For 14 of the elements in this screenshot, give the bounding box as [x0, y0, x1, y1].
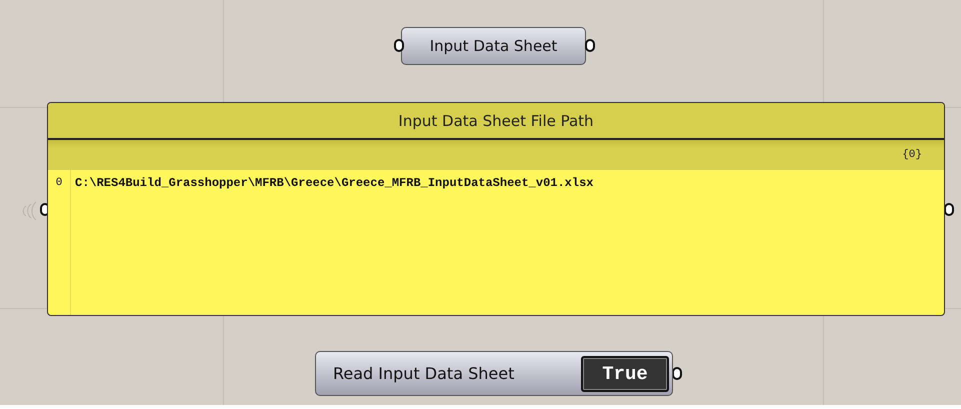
- toggle-label: Read Input Data Sheet: [333, 364, 516, 383]
- output-grip-icon[interactable]: [944, 203, 954, 216]
- boolean-toggle[interactable]: Read Input Data Sheet True: [315, 351, 673, 396]
- item-index: 0: [54, 177, 64, 189]
- parameter-node[interactable]: Input Data Sheet: [401, 27, 586, 65]
- node-label: Input Data Sheet: [430, 37, 558, 55]
- item-value: C:\RES4Build_Grasshopper\MFRB\Greece\Greece_MFRB_InputDataSheet_v01.xlsx: [74, 176, 594, 190]
- panel-title: Input Data Sheet File Path: [48, 103, 944, 140]
- branch-path: {0}: [902, 149, 922, 161]
- output-grip-icon[interactable]: [672, 367, 682, 380]
- panel[interactable]: Input Data Sheet File Path {0} 0 C:\RES4Build_Grasshopper\MFRB\Greece\Greece_MFRB_InputDataSheet_v01.xlsx: [47, 102, 945, 316]
- input-grip-icon[interactable]: [394, 39, 404, 52]
- toggle-value[interactable]: True: [581, 356, 669, 392]
- output-grip-icon[interactable]: [585, 39, 595, 52]
